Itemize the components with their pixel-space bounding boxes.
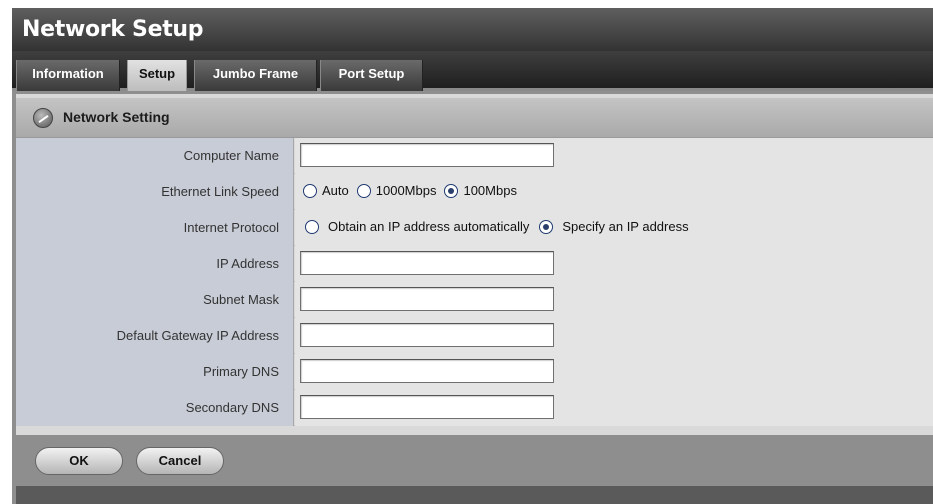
ip-address-field[interactable] [300,251,554,275]
secondary-dns-field[interactable] [300,395,554,419]
radio-1000mbps[interactable]: 1000Mbps [356,183,436,198]
row-link-speed: Ethernet Link Speed Auto 1000Mbps 100Mbp… [16,174,933,210]
tab-jumbo-frame[interactable]: Jumbo Frame [194,60,317,91]
radio-circle-checked[interactable] [539,219,554,234]
page-title: Network Setup [22,17,204,42]
bottom-strip [16,486,933,504]
section-title: Network Setting [63,109,170,125]
radio-circle[interactable] [305,219,319,234]
computer-name-field[interactable] [300,143,554,167]
default-gateway-field[interactable] [300,323,554,347]
row-default-gateway: Default Gateway IP Address [16,318,933,354]
radio-circle-checked[interactable] [444,183,459,198]
row-computer-name: Computer Name [16,138,933,174]
network-globe-icon [33,108,53,128]
radio-auto[interactable]: Auto [303,183,349,198]
subnet-mask-label: Subnet Mask [203,292,279,307]
radio-circle[interactable] [303,183,317,198]
ok-button[interactable]: OK [35,447,123,475]
row-ip-address: IP Address [16,246,933,282]
title-bar: Network Setup [12,8,933,51]
tab-setup[interactable]: Setup [127,60,187,91]
ip-address-label: IP Address [216,256,279,271]
primary-dns-label: Primary DNS [203,364,279,379]
computer-name-label: Computer Name [183,148,279,163]
tab-information[interactable]: Information [16,60,120,91]
radio-specify-ip[interactable]: Specify an IP address [539,219,689,234]
primary-dns-field[interactable] [300,359,554,383]
tab-port-setup[interactable]: Port Setup [320,60,423,91]
network-settings-form: Computer Name Ethernet Link Speed Auto 1… [16,138,933,426]
radio-100mbps[interactable]: 100Mbps [444,183,517,198]
link-speed-label: Ethernet Link Speed [161,184,279,199]
radio-circle[interactable] [356,183,371,198]
internet-protocol-label: Internet Protocol [183,220,279,235]
row-primary-dns: Primary DNS [16,354,933,390]
section-header: Network Setting [16,98,933,138]
secondary-dns-label: Secondary DNS [185,400,279,415]
row-subnet-mask: Subnet Mask [16,282,933,318]
default-gateway-label: Default Gateway IP Address [116,328,279,343]
row-secondary-dns: Secondary DNS [16,390,933,426]
subnet-mask-field[interactable] [300,287,554,311]
link-speed-radio-group: Auto 1000Mbps 100Mbps [303,183,525,198]
row-internet-protocol: Internet Protocol Obtain an IP address a… [16,210,933,246]
radio-obtain-ip-auto[interactable]: Obtain an IP address automatically [305,219,529,234]
cancel-button[interactable]: Cancel [136,447,224,475]
internet-protocol-radio-group: Obtain an IP address automatically Speci… [305,219,699,234]
tab-bar: Information Setup Jumbo Frame Port Setup [12,51,933,91]
